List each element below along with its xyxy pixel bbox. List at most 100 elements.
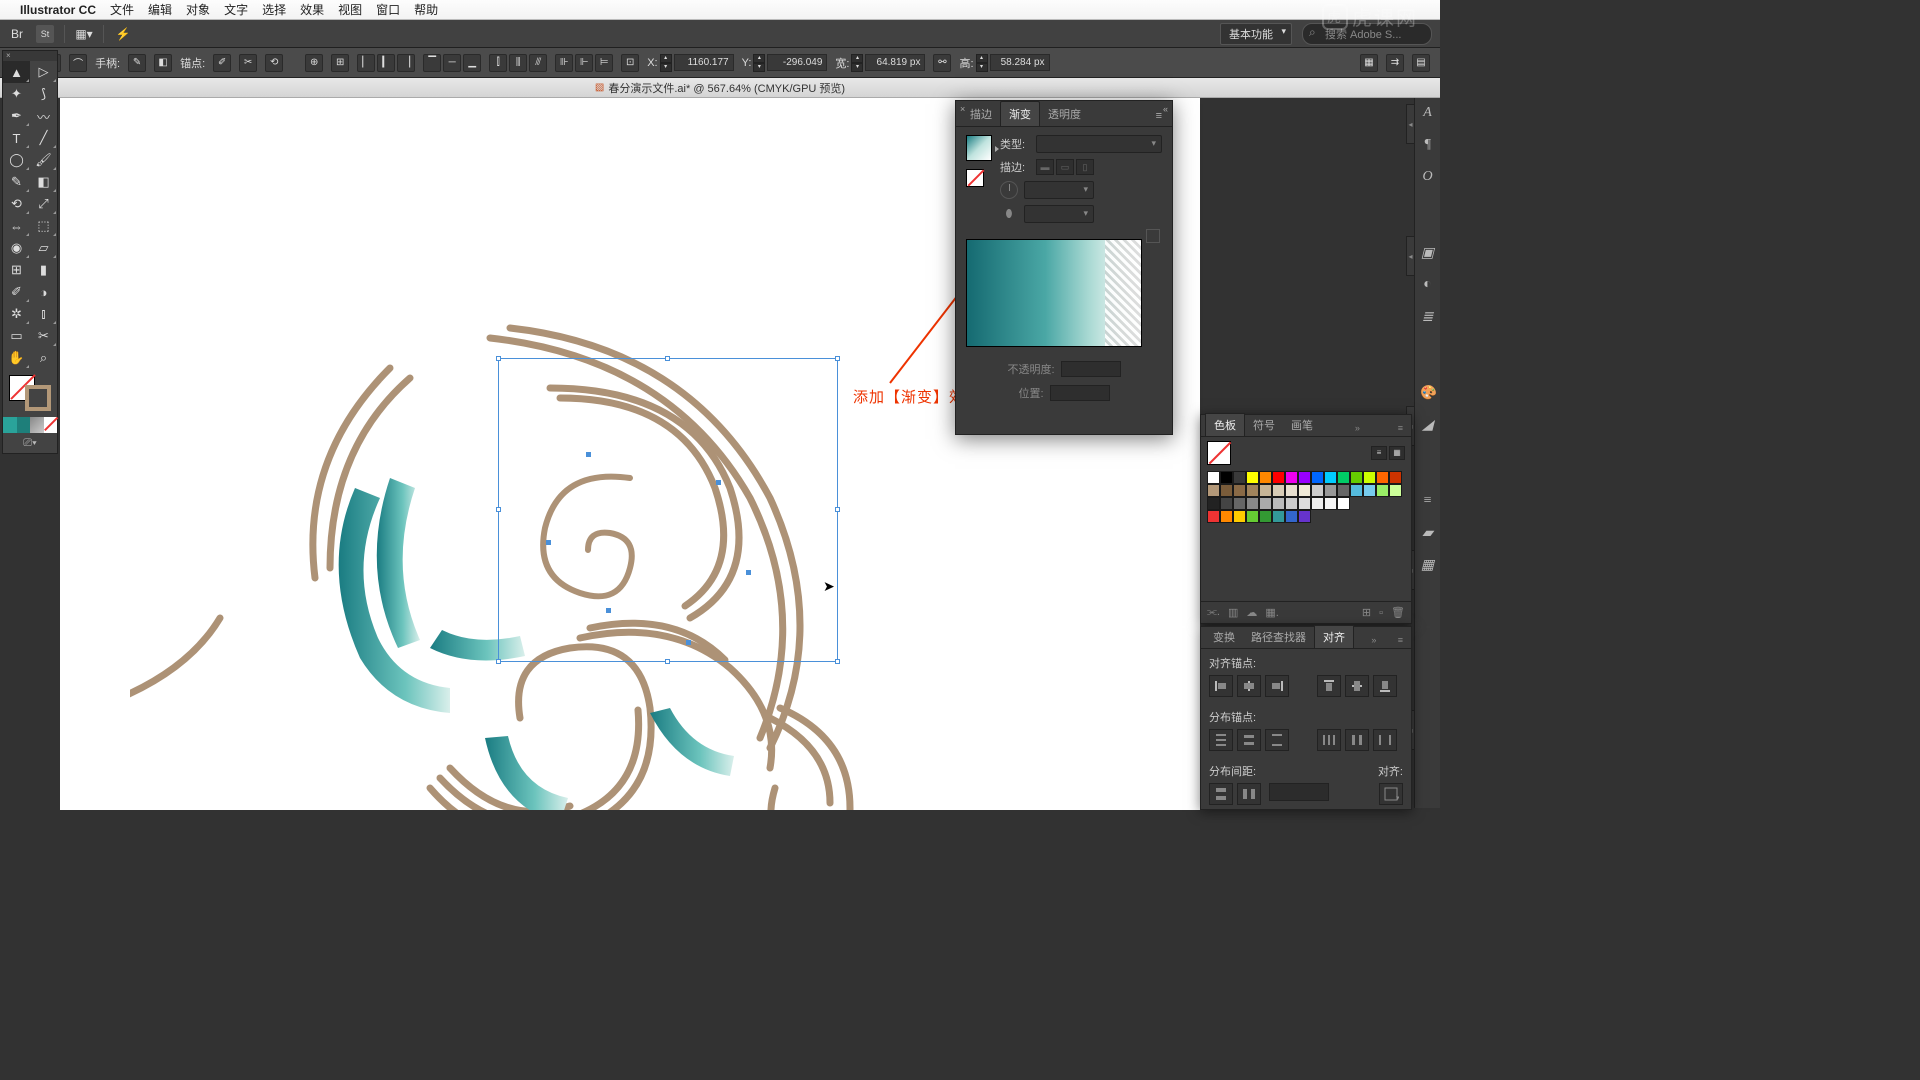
w-value[interactable]: 64.819 px <box>865 54 925 71</box>
hdist-left-btn[interactable] <box>1317 729 1341 751</box>
appearance-panel-icon[interactable]: ◐ <box>1419 276 1437 294</box>
vdist-center-btn[interactable] <box>1237 729 1261 751</box>
paragraph-panel-icon[interactable]: ¶ <box>1419 136 1437 154</box>
panel-menu-icon[interactable]: ▤ <box>1412 54 1430 72</box>
swatch-cell[interactable] <box>1233 471 1246 484</box>
swatch-cell[interactable] <box>1285 510 1298 523</box>
hdist-right-btn[interactable] <box>1373 729 1397 751</box>
panel-close-icon[interactable]: × <box>960 104 965 114</box>
swatch-cell[interactable] <box>1207 510 1220 523</box>
anchor-add-icon[interactable]: ✂ <box>239 54 257 72</box>
tab-stroke[interactable]: 描边 <box>962 102 1000 126</box>
link-wh-icon[interactable]: ⚯ <box>933 54 951 72</box>
menu-view[interactable]: 视图 <box>338 1 362 18</box>
search-input[interactable]: 搜索 Adobe S... <box>1302 23 1432 45</box>
menu-help[interactable]: 帮助 <box>414 1 438 18</box>
swatch-cell[interactable] <box>1207 471 1220 484</box>
hand-tool[interactable]: ✋ <box>3 347 30 369</box>
vdist-bottom-btn[interactable] <box>1265 729 1289 751</box>
hspacing-btn[interactable] <box>1237 783 1261 805</box>
opacity-input[interactable] <box>1061 361 1121 377</box>
swatch-cell[interactable] <box>1298 497 1311 510</box>
swatch-cell[interactable] <box>1311 497 1324 510</box>
menu-effect[interactable]: 效果 <box>300 1 324 18</box>
swatch-cell[interactable] <box>1324 471 1337 484</box>
spacing-value-input[interactable] <box>1269 783 1329 801</box>
h-value[interactable]: 58.284 px <box>990 54 1050 71</box>
swatch-cell[interactable] <box>1298 510 1311 523</box>
swatch-list-view-icon[interactable]: ≡ <box>1371 446 1387 460</box>
app-name[interactable]: Illustrator CC <box>20 3 96 17</box>
bridge-icon[interactable]: Br <box>8 25 26 43</box>
gradient-type-dropdown[interactable] <box>1036 135 1162 153</box>
align-hcenter-btn[interactable] <box>1237 675 1261 697</box>
artboard-tool[interactable]: ▭ <box>3 325 30 347</box>
swatch-cell[interactable] <box>1246 484 1259 497</box>
location-input[interactable] <box>1050 385 1110 401</box>
magic-wand-tool[interactable]: ✦ <box>3 83 30 105</box>
pen-tool[interactable]: ✒ <box>3 105 30 127</box>
x-value[interactable]: 1160.177 <box>674 54 734 71</box>
gradient-mode-icon[interactable] <box>30 417 44 433</box>
distribute-icon2[interactable]: ⫼ <box>509 54 527 72</box>
swatch-cell[interactable] <box>1389 471 1402 484</box>
gradient-ramp[interactable] <box>966 239 1142 347</box>
selection-tool[interactable]: ▲ <box>3 61 30 83</box>
distribute-icon3[interactable]: ⫻ <box>529 54 547 72</box>
tab-transform[interactable]: 变换 <box>1205 626 1243 648</box>
stroke-panel-icon[interactable]: ≡ <box>1419 492 1437 510</box>
eyedropper-tool[interactable]: ✐ <box>3 281 30 303</box>
handle-icon2[interactable]: ◧ <box>154 54 172 72</box>
align-vcenter-icon[interactable]: ─ <box>443 54 461 72</box>
handle-icon1[interactable]: ✎ <box>128 54 146 72</box>
new-colorgroup-icon[interactable]: ⊞ <box>1362 606 1371 619</box>
swatch-cell[interactable] <box>1259 484 1272 497</box>
mesh-tool[interactable]: ⊞ <box>3 259 30 281</box>
swatch-cell[interactable] <box>1324 497 1337 510</box>
align-left-icon[interactable]: ▏ <box>357 54 375 72</box>
align-bottom-icon[interactable]: ▁ <box>463 54 481 72</box>
swatch-cell[interactable] <box>1311 471 1324 484</box>
swatch-cell[interactable] <box>1376 484 1389 497</box>
gradient-none-swatch[interactable] <box>966 169 984 187</box>
swatch-cell[interactable] <box>1207 484 1220 497</box>
stock-icon[interactable]: St <box>36 25 54 43</box>
aspect-dropdown[interactable] <box>1024 205 1094 223</box>
swatch-cell[interactable] <box>1363 484 1376 497</box>
w-stepper[interactable]: ▴▾ <box>851 54 863 72</box>
swatch-cell[interactable] <box>1220 510 1233 523</box>
reference-point-icon[interactable]: ⊡ <box>621 54 639 72</box>
color-panel-icon[interactable]: 🎨 <box>1419 384 1437 402</box>
y-stepper[interactable]: ▴▾ <box>753 54 765 72</box>
panel-expand-icon[interactable]: » <box>1351 420 1364 436</box>
swatch-cell[interactable] <box>1207 497 1220 510</box>
vdist-icon3[interactable]: ⊨ <box>595 54 613 72</box>
character-panel-icon[interactable]: A <box>1419 104 1437 122</box>
swatch-cell[interactable] <box>1259 510 1272 523</box>
slice-tool[interactable]: ✂ <box>30 325 57 347</box>
swatch-cell[interactable] <box>1246 497 1259 510</box>
vdist-top-btn[interactable] <box>1209 729 1233 751</box>
swatch-cell[interactable] <box>1259 471 1272 484</box>
tab-swatches[interactable]: 色板 <box>1205 413 1245 436</box>
align-top-btn[interactable] <box>1317 675 1341 697</box>
vdist-icon2[interactable]: ⊩ <box>575 54 593 72</box>
swatch-options-icon[interactable]: ☁ <box>1246 606 1257 619</box>
swatch-cell[interactable] <box>1246 510 1259 523</box>
rotate-tool[interactable]: ⟲ <box>3 193 30 215</box>
zoom-tool[interactable]: ⌕ <box>30 347 57 369</box>
color2-icon[interactable] <box>17 417 31 433</box>
anchor-connect-icon[interactable]: ⟲ <box>265 54 283 72</box>
tab-symbols[interactable]: 符号 <box>1245 414 1283 436</box>
align-left-btn[interactable] <box>1209 675 1233 697</box>
convert-smooth-icon[interactable]: ⌒ <box>69 54 87 72</box>
align-vcenter-btn[interactable] <box>1345 675 1369 697</box>
stroke-grad-across-icon[interactable]: ▯ <box>1076 159 1094 175</box>
align-top-icon[interactable]: ▔ <box>423 54 441 72</box>
swatch-grid-view-icon[interactable]: ▦ <box>1389 446 1405 460</box>
panel-expand-tab-1[interactable]: ◂ <box>1406 104 1414 144</box>
swatch-cell[interactable] <box>1272 484 1285 497</box>
swatch-cell[interactable] <box>1389 484 1402 497</box>
screen-mode-icon[interactable]: ⎚▾ <box>3 433 57 453</box>
swatch-cell[interactable] <box>1233 510 1246 523</box>
